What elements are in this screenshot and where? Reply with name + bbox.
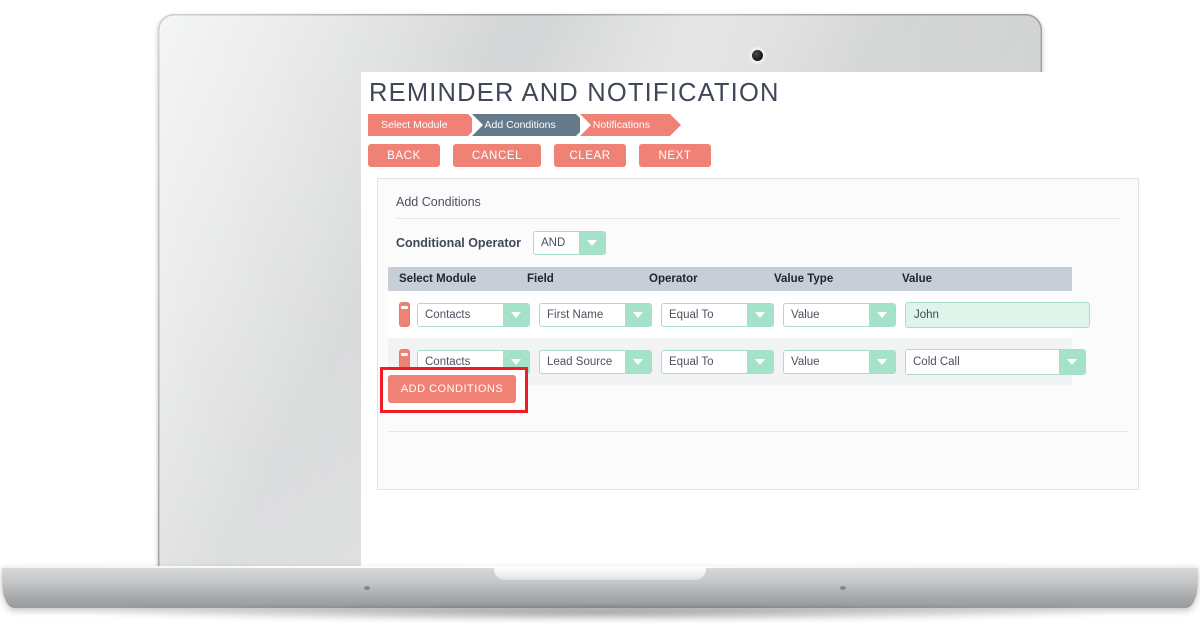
conditional-operator-row: Conditional Operator AND xyxy=(396,231,606,255)
chevron-down-icon[interactable] xyxy=(747,350,773,373)
table-row: Contacts First Name Equal To Value John xyxy=(388,291,1090,338)
row-field-cell: Lead Source xyxy=(539,349,652,374)
conditional-operator-label: Conditional Operator xyxy=(396,236,521,250)
row-value-type-cell: Value xyxy=(783,302,896,327)
value-select[interactable]: Cold Call xyxy=(905,348,1086,375)
step-label: Add Conditions xyxy=(484,119,556,131)
chevron-down-icon[interactable] xyxy=(625,303,651,326)
base-foot xyxy=(364,586,370,590)
chevron-notch-icon xyxy=(471,114,483,136)
column-header-select-module: Select Module xyxy=(399,273,477,285)
laptop-shadow xyxy=(90,604,1110,622)
base-notch xyxy=(494,566,706,580)
step-label: Select Module xyxy=(381,119,448,131)
row-value-type-cell: Value xyxy=(783,349,896,374)
next-button[interactable]: NEXT xyxy=(639,144,711,167)
chevron-down-icon[interactable] xyxy=(747,303,773,326)
step-select-module[interactable]: Select Module xyxy=(368,114,479,136)
chevron-down-icon[interactable] xyxy=(1059,349,1085,374)
column-header-value-type: Value Type xyxy=(774,273,834,285)
cancel-button[interactable]: CANCEL xyxy=(453,144,541,167)
page-title: REMINDER AND NOTIFICATION xyxy=(369,79,780,107)
select-value: AND xyxy=(541,237,566,249)
step-add-conditions[interactable]: Add Conditions xyxy=(471,114,587,136)
select-value: Contacts xyxy=(425,355,471,368)
toolbar: BACK CANCEL CLEAR NEXT xyxy=(368,144,711,167)
card-heading: Add Conditions xyxy=(396,195,1120,219)
laptop-mockup: REMINDER AND NOTIFICATION Select Module … xyxy=(0,0,1200,630)
column-header-value: Value xyxy=(902,273,933,285)
chevron-down-icon[interactable] xyxy=(579,232,605,254)
select-value: Cold Call xyxy=(913,355,960,368)
select-value: Value xyxy=(791,308,820,321)
step-notifications[interactable]: Notifications xyxy=(579,114,681,136)
operator-select[interactable]: Equal To xyxy=(661,349,774,374)
value-input[interactable]: John xyxy=(905,301,1090,328)
row-operator-cell: Equal To xyxy=(661,349,774,374)
row-module-cell: Contacts xyxy=(417,302,530,327)
chevron-down-icon[interactable] xyxy=(503,303,529,326)
add-conditions-button[interactable]: ADD CONDITIONS xyxy=(388,375,516,403)
select-value: Lead Source xyxy=(547,355,613,368)
field-select[interactable]: Lead Source xyxy=(539,349,652,374)
step-label: Notifications xyxy=(592,119,650,131)
wizard-steps: Select Module Add Conditions Notificatio… xyxy=(368,114,681,136)
chevron-right-icon xyxy=(669,114,681,136)
conditional-operator-select[interactable]: AND xyxy=(533,231,606,255)
card-divider xyxy=(388,431,1128,432)
laptop-lid: REMINDER AND NOTIFICATION Select Module … xyxy=(158,14,1155,574)
laptop-base xyxy=(2,566,1198,608)
laptop-screen: REMINDER AND NOTIFICATION Select Module … xyxy=(361,72,1155,566)
module-select[interactable]: Contacts xyxy=(417,302,530,327)
remove-condition-button[interactable] xyxy=(399,302,410,327)
webcam-icon xyxy=(752,50,763,61)
row-field-cell: First Name xyxy=(539,302,652,327)
value-type-select[interactable]: Value xyxy=(783,302,896,327)
select-value: Equal To xyxy=(669,355,714,368)
operator-select[interactable]: Equal To xyxy=(661,302,774,327)
chevron-down-icon[interactable] xyxy=(625,350,651,373)
chevron-down-icon[interactable] xyxy=(869,303,895,326)
select-value: First Name xyxy=(547,308,604,321)
back-button[interactable]: BACK xyxy=(368,144,440,167)
select-value: Value xyxy=(791,355,820,368)
field-select[interactable]: First Name xyxy=(539,302,652,327)
base-foot xyxy=(840,586,846,590)
row-value-cell: John xyxy=(905,301,1090,328)
clear-button[interactable]: CLEAR xyxy=(554,144,626,167)
card-body: Add Conditions Conditional Operator AND … xyxy=(378,179,1138,489)
value-type-select[interactable]: Value xyxy=(783,349,896,374)
chevron-notch-icon xyxy=(579,114,591,136)
row-value-cell: Cold Call xyxy=(905,348,1086,375)
row-operator-cell: Equal To xyxy=(661,302,774,327)
add-conditions-card: Add Conditions Conditional Operator AND … xyxy=(377,178,1139,490)
app-page: REMINDER AND NOTIFICATION Select Module … xyxy=(361,72,1155,566)
select-value: Equal To xyxy=(669,308,714,321)
column-header-field: Field xyxy=(527,273,554,285)
table-header-row: Select Module Field Operator Value Type … xyxy=(388,267,1072,291)
add-conditions-area: ADD CONDITIONS xyxy=(380,367,528,413)
column-header-operator: Operator xyxy=(649,273,698,285)
select-value: Contacts xyxy=(425,308,471,321)
chevron-down-icon[interactable] xyxy=(869,350,895,373)
